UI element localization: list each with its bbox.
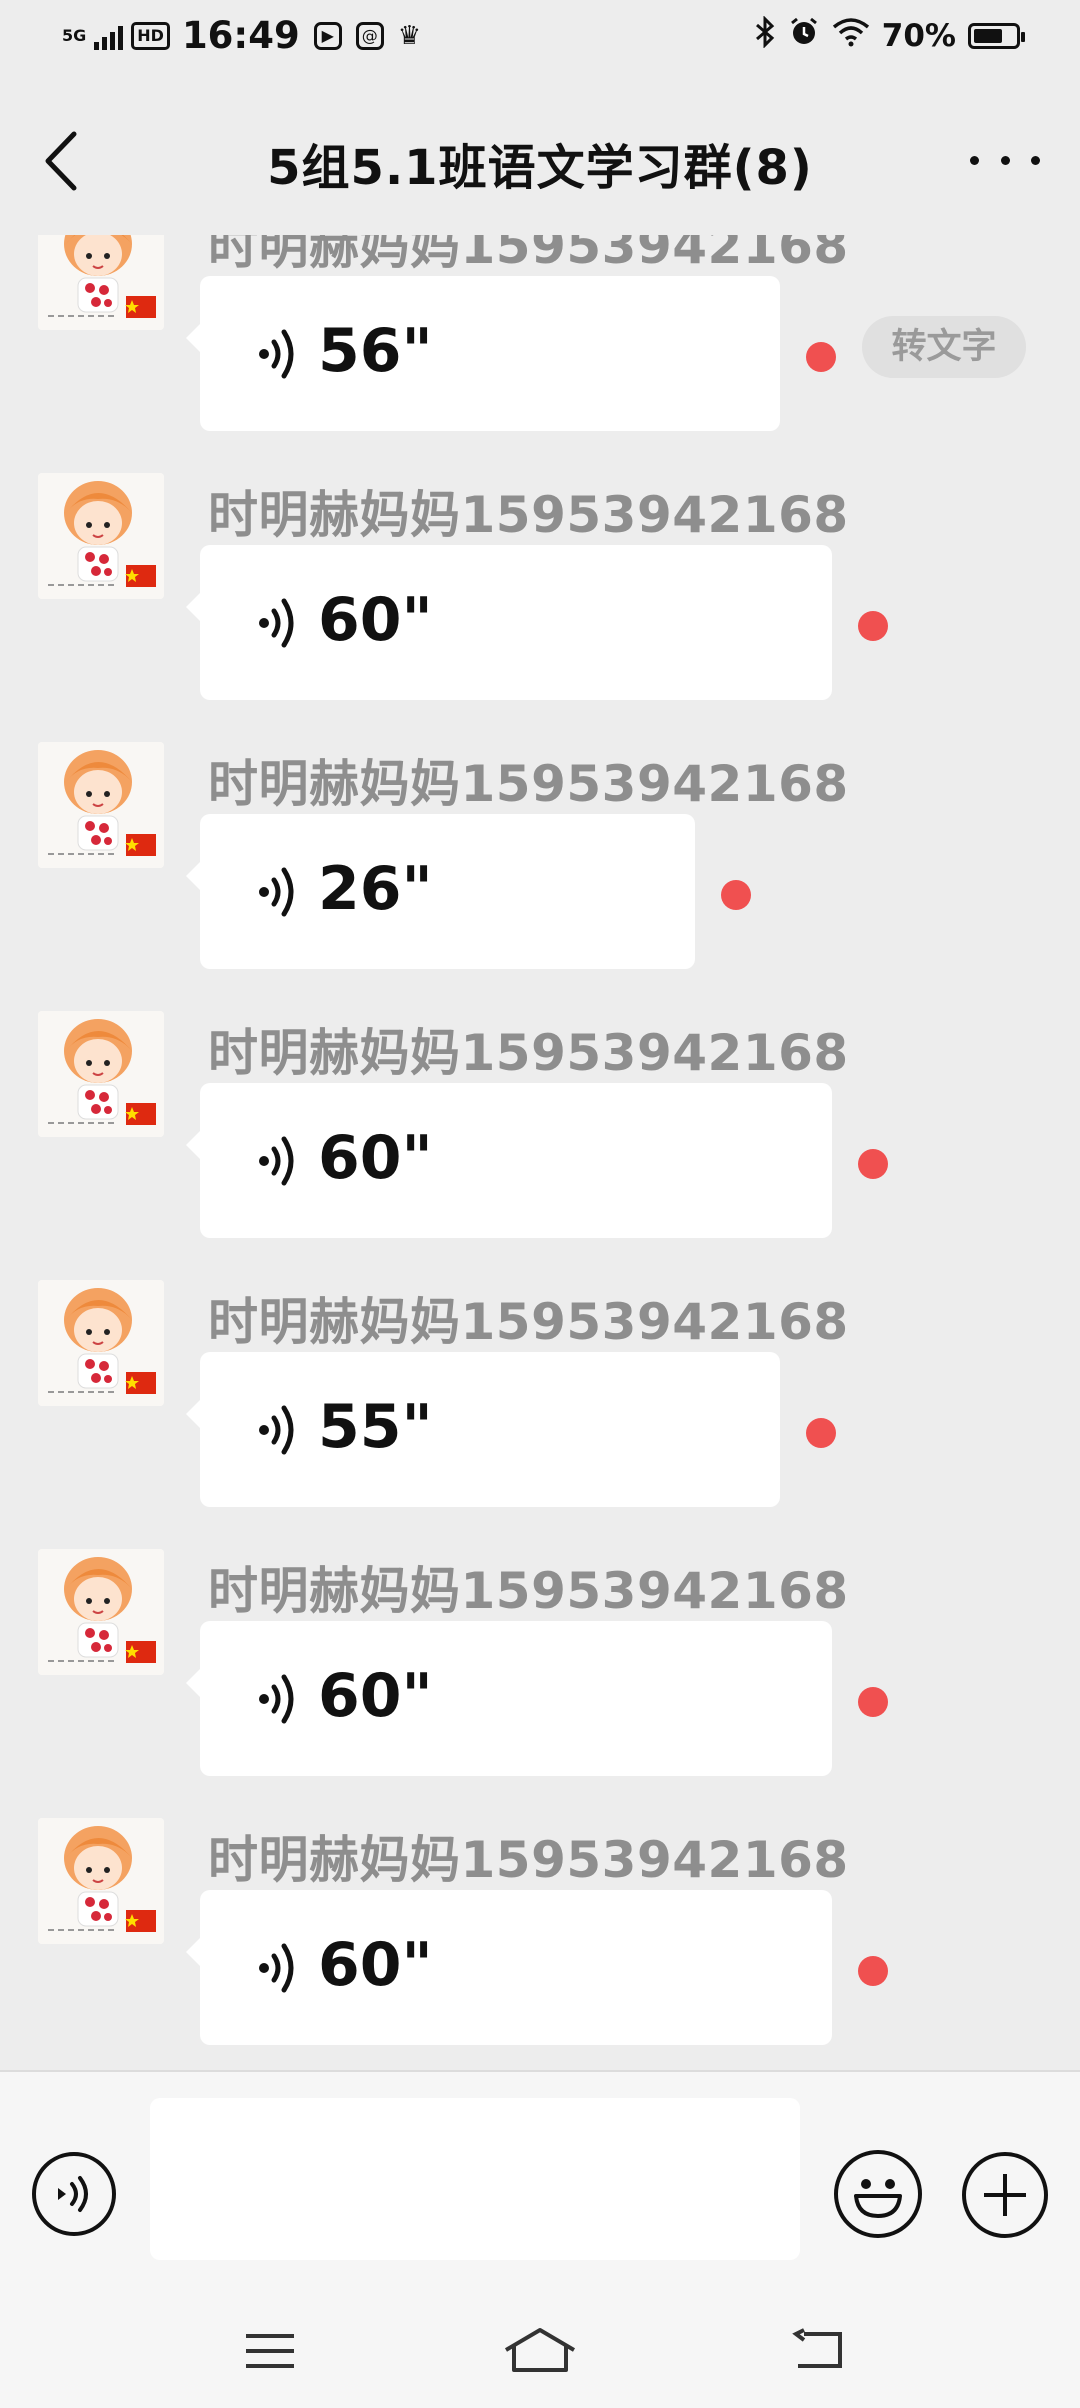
voice-wave-icon [254, 593, 300, 653]
voice-message-bubble[interactable]: 55" [186, 1352, 780, 1507]
signal-icon [94, 22, 124, 50]
sender-name: 时明赫妈妈15953942168 [208, 486, 849, 544]
voice-wave-icon [254, 1131, 300, 1191]
sender-name: 时明赫妈妈15953942168 [208, 755, 849, 813]
chat-message: 时明赫妈妈15953942168 60" [0, 473, 1080, 741]
wifi-icon [832, 17, 870, 55]
network-type: 5G [62, 25, 87, 45]
chat-message: 时明赫妈妈15953942168 26" [0, 742, 1080, 1010]
crown-icon: ♛ [397, 20, 422, 51]
status-right: 70% [754, 15, 1025, 56]
input-bar [0, 2070, 1080, 2290]
sender-name: 时明赫妈妈15953942168 [208, 1293, 849, 1351]
voice-input-button[interactable] [32, 2152, 116, 2236]
sender-name: 时明赫妈妈15953942168 [208, 1831, 849, 1889]
voice-duration: 56" [318, 316, 433, 386]
unread-dot [721, 880, 751, 910]
chat-header: 5组5.1班语文学习群(8) [0, 80, 1080, 240]
voice-wave-icon [254, 1669, 300, 1729]
more-button[interactable] [970, 140, 1040, 180]
chat-message: 时明赫妈妈15953942168 55" [0, 1280, 1080, 1548]
emoji-button[interactable] [834, 2150, 922, 2238]
sender-name: 时明赫妈妈15953942168 [208, 1562, 849, 1620]
voice-wave-icon [254, 324, 300, 384]
clock: 16:49 [181, 14, 300, 57]
voice-duration: 55" [318, 1392, 433, 1462]
sender-avatar[interactable] [38, 742, 164, 868]
chat-message-list[interactable]: 时明赫妈妈15953942168 56" 转文字 时明赫妈妈1595394216… [0, 235, 1080, 2070]
sender-avatar[interactable] [38, 235, 164, 330]
unread-dot [858, 1687, 888, 1717]
voice-duration: 60" [318, 1661, 433, 1731]
sender-name: 时明赫妈妈15953942168 [208, 1024, 849, 1082]
nav-back-button[interactable] [790, 2326, 850, 2376]
voice-duration: 60" [318, 1930, 433, 2000]
voice-wave-icon [58, 2176, 88, 2212]
more-dot [1000, 155, 1010, 165]
plus-button[interactable] [962, 2152, 1048, 2238]
voice-message-bubble[interactable]: 60" [186, 1621, 832, 1776]
page-title: 5组5.1班语文学习群(8) [267, 140, 813, 196]
unread-dot [806, 1418, 836, 1448]
voice-wave-icon [254, 862, 300, 922]
voice-duration: 60" [318, 585, 433, 655]
voice-message-bubble[interactable]: 60" [186, 1890, 832, 2045]
sender-avatar[interactable] [38, 1549, 164, 1675]
message-input[interactable] [150, 2098, 800, 2260]
more-dot [1031, 155, 1040, 165]
chat-message: 时明赫妈妈15953942168 60" [0, 1011, 1080, 1279]
play-app-icon: ▶ [313, 21, 342, 50]
battery-icon [968, 23, 1025, 49]
unread-dot [858, 611, 888, 641]
system-nav-bar [0, 2290, 1080, 2408]
voice-message-bubble[interactable]: 60" [186, 1083, 832, 1238]
home-icon [504, 2328, 576, 2372]
sender-avatar[interactable] [38, 1011, 164, 1137]
status-left: 5G HD 16:49 ▶ @ ♛ [62, 14, 421, 57]
battery-percent: 70% [881, 18, 956, 54]
status-bar: 5G HD 16:49 ▶ @ ♛ 70% [0, 0, 1080, 80]
voice-wave-icon [254, 1938, 300, 1998]
voice-wave-icon [254, 1400, 300, 1460]
unread-dot [806, 342, 836, 372]
menu-icon [246, 2334, 294, 2368]
more-dots-icon [970, 155, 979, 165]
at-app-icon: @ [355, 21, 384, 50]
chat-message: 时明赫妈妈15953942168 60" [0, 1549, 1080, 1817]
voice-duration: 60" [318, 1123, 433, 1193]
hd-badge: HD [131, 21, 170, 50]
bluetooth-icon [754, 15, 776, 56]
voice-message-bubble[interactable]: 26" [186, 814, 695, 969]
back-arrow-icon [792, 2328, 842, 2368]
sender-avatar[interactable] [38, 1280, 164, 1406]
nav-home-button[interactable] [500, 2326, 580, 2376]
unread-dot [858, 1956, 888, 1986]
voice-message-bubble[interactable]: 56" [186, 276, 780, 431]
nav-menu-button[interactable] [240, 2326, 300, 2376]
voice-message-bubble[interactable]: 60" [186, 545, 832, 700]
convert-to-text-button[interactable]: 转文字 [862, 316, 1026, 378]
sender-name: 时明赫妈妈15953942168 [208, 235, 849, 275]
smile-emoji-icon [854, 2179, 902, 2218]
sender-avatar[interactable] [38, 1818, 164, 1944]
alarm-icon [788, 16, 820, 56]
unread-dot [858, 1149, 888, 1179]
chat-message: 时明赫妈妈15953942168 60" [0, 1818, 1080, 2070]
voice-duration: 26" [318, 854, 433, 924]
sender-avatar[interactable] [38, 473, 164, 599]
chat-message: 时明赫妈妈15953942168 56" 转文字 [0, 235, 1080, 472]
